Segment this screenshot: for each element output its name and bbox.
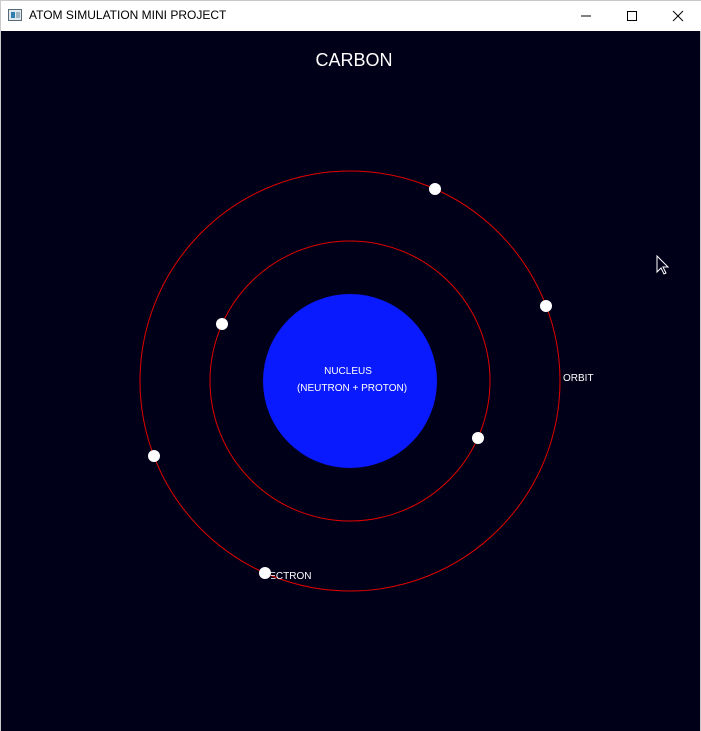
maximize-button[interactable] bbox=[609, 1, 655, 31]
app-window: ATOM SIMULATION MINI PROJECT CARBON NUCL… bbox=[0, 0, 701, 731]
minimize-button[interactable] bbox=[563, 1, 609, 31]
close-button[interactable] bbox=[655, 1, 701, 31]
maximize-icon bbox=[627, 11, 637, 21]
title-bar[interactable]: ATOM SIMULATION MINI PROJECT bbox=[1, 1, 701, 31]
mouse-cursor-icon bbox=[656, 254, 670, 275]
close-icon bbox=[672, 10, 684, 22]
simulation-canvas[interactable]: CARBON NUCLEUS (NEUTRON + PROTON) ORBIT … bbox=[1, 31, 700, 731]
element-title: CARBON bbox=[315, 50, 392, 70]
nucleus-label: NUCLEUS bbox=[324, 366, 372, 377]
electron bbox=[148, 450, 160, 462]
atom-drawing: CARBON NUCLEUS (NEUTRON + PROTON) ORBIT … bbox=[139, 50, 670, 592]
electron bbox=[540, 300, 552, 312]
minimize-icon bbox=[581, 15, 591, 17]
electron bbox=[259, 567, 271, 579]
app-icon bbox=[8, 9, 22, 21]
electron bbox=[216, 318, 228, 330]
nucleus-sublabel: (NEUTRON + PROTON) bbox=[297, 383, 407, 394]
nucleus bbox=[263, 294, 437, 468]
electron bbox=[472, 432, 484, 444]
window-title: ATOM SIMULATION MINI PROJECT bbox=[29, 8, 227, 22]
orbit-label: ORBIT bbox=[563, 373, 594, 384]
electron bbox=[429, 183, 441, 195]
